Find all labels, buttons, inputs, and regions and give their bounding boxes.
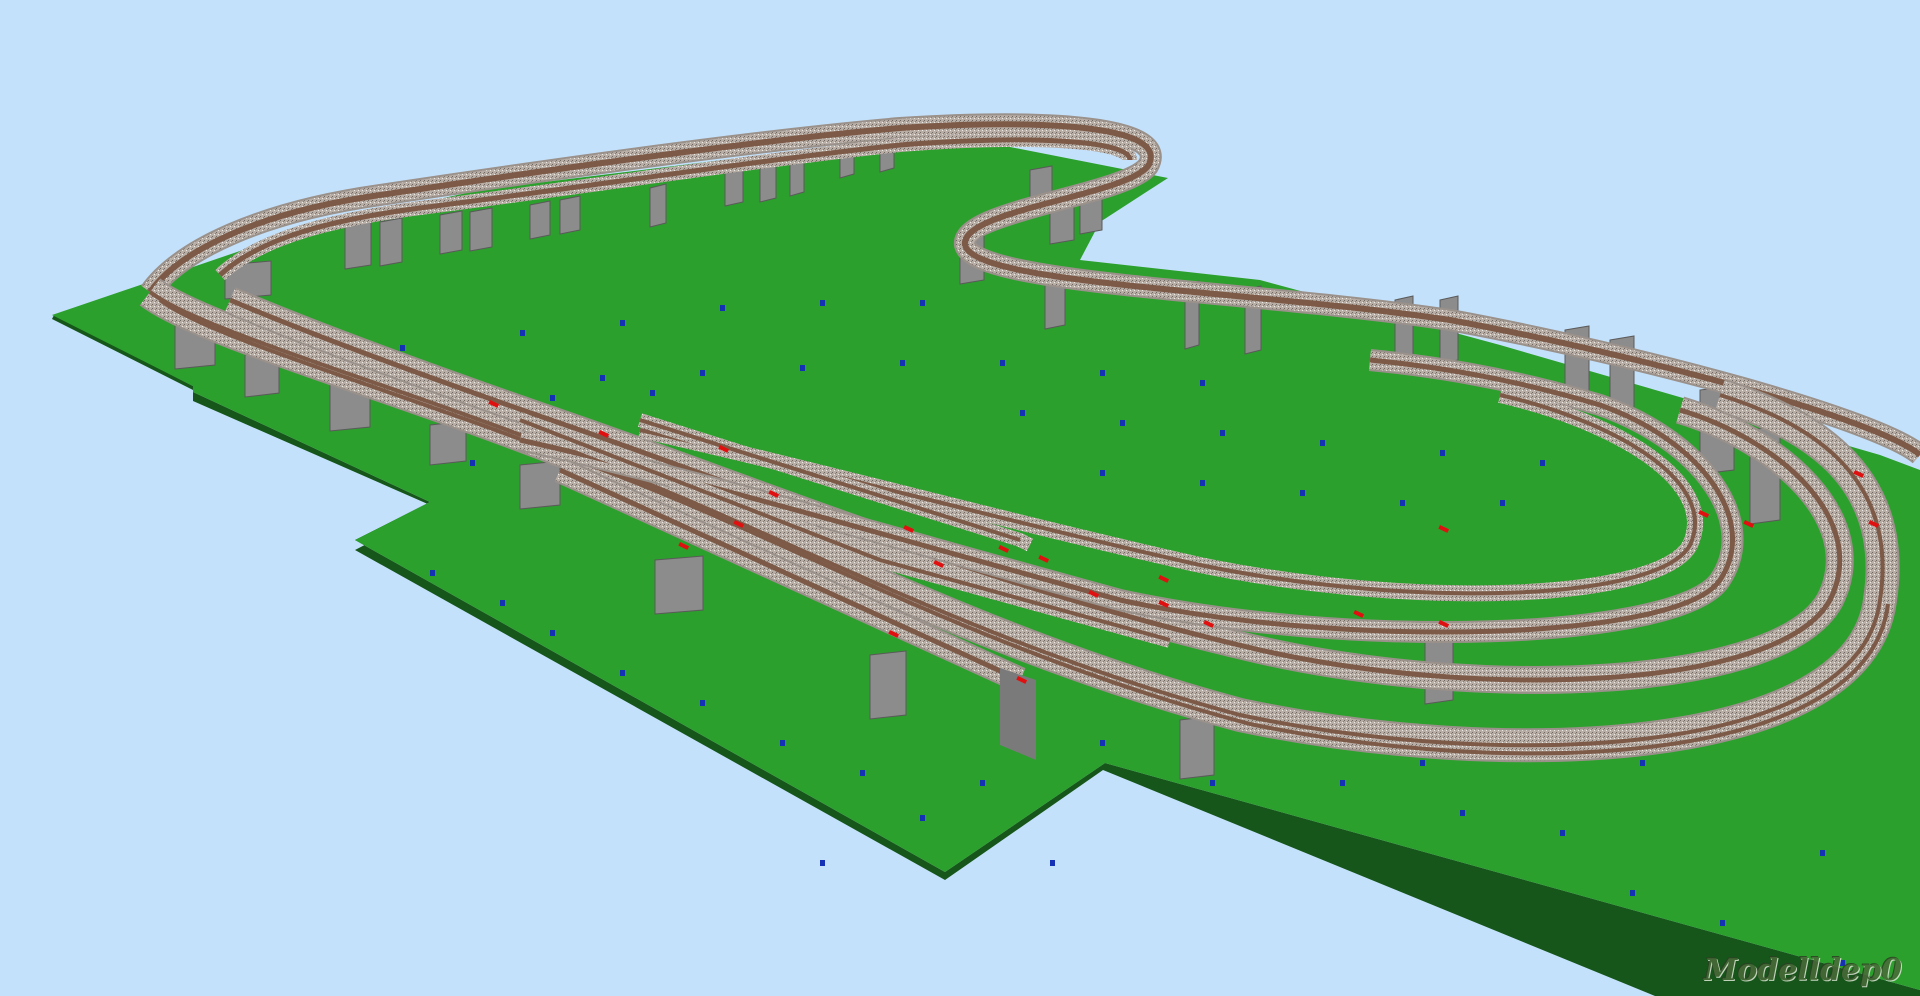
grid-marker bbox=[520, 330, 525, 336]
grid-marker bbox=[500, 600, 505, 606]
grid-marker bbox=[820, 300, 825, 306]
grid-marker bbox=[1320, 440, 1325, 446]
siding-end-wall bbox=[1000, 668, 1036, 760]
grid-marker bbox=[1500, 500, 1505, 506]
grid-marker bbox=[1200, 380, 1205, 386]
grid-marker bbox=[1220, 430, 1225, 436]
viaduct-pier bbox=[654, 555, 704, 615]
grid-marker bbox=[1200, 480, 1205, 486]
grid-marker bbox=[1020, 410, 1025, 416]
grid-marker bbox=[1100, 740, 1105, 746]
viaduct-pier bbox=[529, 200, 551, 240]
3d-viewport[interactable]: Modelldep0 bbox=[0, 0, 1920, 996]
watermark-text: Modelldep0 bbox=[1704, 953, 1902, 988]
grid-marker bbox=[550, 395, 555, 401]
viaduct-pier bbox=[344, 220, 372, 270]
grid-marker bbox=[1560, 830, 1565, 836]
viaduct-pier bbox=[649, 183, 667, 228]
grid-marker bbox=[1460, 810, 1465, 816]
viaduct-pier bbox=[724, 167, 744, 207]
grid-marker bbox=[820, 860, 825, 866]
grid-marker bbox=[1300, 490, 1305, 496]
grid-marker bbox=[1440, 450, 1445, 456]
grid-marker bbox=[620, 320, 625, 326]
grid-marker bbox=[780, 740, 785, 746]
grid-marker bbox=[720, 305, 725, 311]
viaduct-pier bbox=[1179, 715, 1215, 780]
grid-marker bbox=[430, 570, 435, 576]
grid-marker bbox=[1120, 420, 1125, 426]
grid-marker bbox=[550, 630, 555, 636]
grid-marker bbox=[1420, 760, 1425, 766]
grid-marker bbox=[400, 345, 405, 351]
grid-marker bbox=[1100, 470, 1105, 476]
grid-marker bbox=[1400, 500, 1405, 506]
grid-marker bbox=[1540, 460, 1545, 466]
grid-marker bbox=[860, 770, 865, 776]
grid-marker bbox=[700, 370, 705, 376]
grid-marker bbox=[920, 815, 925, 821]
viaduct-pier bbox=[759, 163, 777, 203]
viaduct-pier bbox=[559, 195, 581, 235]
grid-marker bbox=[800, 365, 805, 371]
viaduct-pier bbox=[379, 217, 403, 267]
grid-marker bbox=[600, 375, 605, 381]
grid-marker bbox=[650, 390, 655, 396]
viaduct-pier bbox=[869, 650, 907, 720]
grid-marker bbox=[1340, 780, 1345, 786]
viaduct-pier bbox=[439, 210, 463, 255]
grid-marker bbox=[1210, 780, 1215, 786]
grid-marker bbox=[1050, 860, 1055, 866]
grid-marker bbox=[1640, 760, 1645, 766]
grid-marker bbox=[1820, 850, 1825, 856]
grid-marker bbox=[470, 460, 475, 466]
grid-marker bbox=[1000, 360, 1005, 366]
viaduct-pier bbox=[469, 207, 493, 252]
grid-marker bbox=[980, 780, 985, 786]
viaduct-pier bbox=[519, 460, 561, 510]
grid-marker bbox=[1630, 890, 1635, 896]
grid-marker bbox=[900, 360, 905, 366]
grid-marker bbox=[1100, 370, 1105, 376]
grid-marker bbox=[700, 700, 705, 706]
grid-marker bbox=[1720, 920, 1725, 926]
grid-marker bbox=[620, 670, 625, 676]
grid-marker bbox=[920, 300, 925, 306]
